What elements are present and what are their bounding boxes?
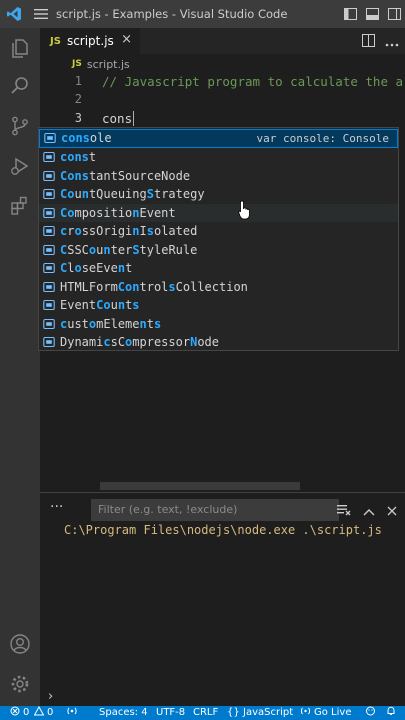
status-bar: 0 0 Spaces: 4 UTF-8 CRLF {} JavaScript G… — [0, 706, 405, 720]
feedback-icon[interactable] — [365, 706, 376, 720]
variable-icon — [42, 169, 56, 183]
activity-bar — [0, 28, 40, 706]
js-file-icon: JS — [72, 59, 82, 69]
suggestion-detail: var console: Console — [256, 131, 389, 145]
line-number: 1 — [74, 74, 82, 88]
variable-icon — [42, 335, 56, 349]
source-control-icon[interactable] — [0, 106, 40, 146]
output-text: C:\Program Files\nodejs\node.exe .\scrip… — [64, 523, 382, 537]
vscode-logo-icon — [0, 0, 28, 28]
close-icon[interactable]: × — [121, 32, 132, 47]
output-panel: ··· Filter (e.g. text, !exclude) C:\Prog… — [40, 492, 405, 706]
variable-icon — [42, 280, 56, 294]
extensions-icon[interactable] — [0, 186, 40, 226]
layout-panel-icon[interactable] — [361, 0, 383, 28]
menu-icon[interactable] — [28, 0, 54, 28]
variable-icon — [42, 187, 56, 201]
line-number: 2 — [74, 92, 82, 106]
explorer-icon[interactable] — [0, 28, 40, 68]
language-braces: {} — [227, 707, 240, 718]
encoding-status[interactable]: UTF-8 — [156, 706, 185, 720]
panel-more-icon[interactable]: ··· — [50, 499, 63, 515]
window-title: script.js - Examples - Visual Studio Cod… — [56, 7, 288, 21]
suggestion-item[interactable]: CSSCounterStyleRule — [39, 241, 398, 260]
code-line[interactable]: // Javascript program to calculate the a… — [102, 74, 405, 89]
eol-status[interactable]: CRLF — [193, 706, 218, 720]
editor-tabs: JS script.js × — [40, 28, 405, 54]
breadcrumb[interactable]: JS script.js — [40, 54, 405, 74]
error-icon[interactable] — [10, 706, 20, 720]
layout-sidebar-icon[interactable] — [339, 0, 361, 28]
suggestion-item[interactable]: DynamicsCompressorNode — [39, 333, 398, 352]
panel-prompt[interactable]: › — [48, 689, 53, 704]
split-editor-icon[interactable] — [362, 32, 375, 51]
layout-secondary-icon[interactable] — [383, 0, 405, 28]
title-bar: script.js - Examples - Visual Studio Cod… — [0, 0, 405, 28]
go-live-button[interactable]: Go Live — [314, 706, 351, 720]
warning-count[interactable]: 0 — [47, 706, 53, 720]
variable-icon — [42, 206, 56, 220]
suggestion-item[interactable]: customElements — [39, 315, 398, 334]
suggestion-item[interactable]: CountQueuingStrategy — [39, 185, 398, 204]
line-number: 3 — [74, 111, 82, 125]
variable-icon — [42, 261, 56, 275]
warning-icon[interactable] — [33, 706, 45, 720]
suggest-widget: console var console: Console const Const… — [38, 127, 399, 351]
broadcast-icon[interactable] — [66, 706, 78, 720]
close-icon[interactable] — [387, 501, 397, 520]
suggestion-item[interactable]: CloseEvent — [39, 259, 398, 278]
account-icon[interactable] — [0, 624, 40, 664]
suggestion-item[interactable]: CompositionEvent — [39, 203, 398, 222]
variable-icon — [42, 150, 56, 164]
variable-icon — [42, 298, 56, 312]
go-live-icon[interactable] — [300, 706, 311, 720]
suggestion-item[interactable]: ConstantSourceNode — [39, 167, 398, 186]
suggestion-item[interactable]: crossOriginIsolated — [39, 222, 398, 241]
suggestion-item[interactable]: console var console: Console — [39, 129, 398, 148]
variable-icon — [42, 243, 56, 257]
variable-icon — [42, 224, 56, 238]
indentation-status[interactable]: Spaces: 4 — [99, 706, 148, 720]
suggestion-item[interactable]: EventCounts — [39, 296, 398, 315]
text-cursor — [133, 111, 135, 126]
variable-icon — [42, 317, 56, 331]
code-line-current[interactable]: cons — [102, 111, 135, 126]
chevron-up-icon[interactable] — [363, 501, 375, 520]
run-debug-icon[interactable] — [0, 146, 40, 186]
suggestion-item[interactable]: const — [39, 148, 398, 167]
breadcrumb-file[interactable]: script.js — [87, 58, 130, 71]
search-icon[interactable] — [0, 66, 40, 106]
tab-script-js[interactable]: JS script.js × — [40, 28, 140, 54]
error-count[interactable]: 0 — [23, 706, 29, 720]
horizontal-scrollbar[interactable] — [100, 482, 300, 490]
bell-icon[interactable] — [386, 706, 396, 720]
variable-icon — [43, 131, 57, 145]
clear-output-icon[interactable] — [337, 501, 351, 520]
mouse-pointer-icon — [238, 200, 252, 224]
language-mode[interactable]: JavaScript — [243, 706, 293, 720]
filter-input[interactable]: Filter (e.g. text, !exclude) — [91, 499, 339, 521]
typed-text: cons — [102, 111, 133, 126]
tab-label: script.js — [66, 34, 114, 48]
manage-gear-icon[interactable] — [0, 664, 40, 704]
more-actions-icon[interactable] — [385, 32, 399, 51]
suggestion-item[interactable]: HTMLFormControlsCollection — [39, 278, 398, 297]
js-file-icon: JS — [50, 35, 61, 47]
